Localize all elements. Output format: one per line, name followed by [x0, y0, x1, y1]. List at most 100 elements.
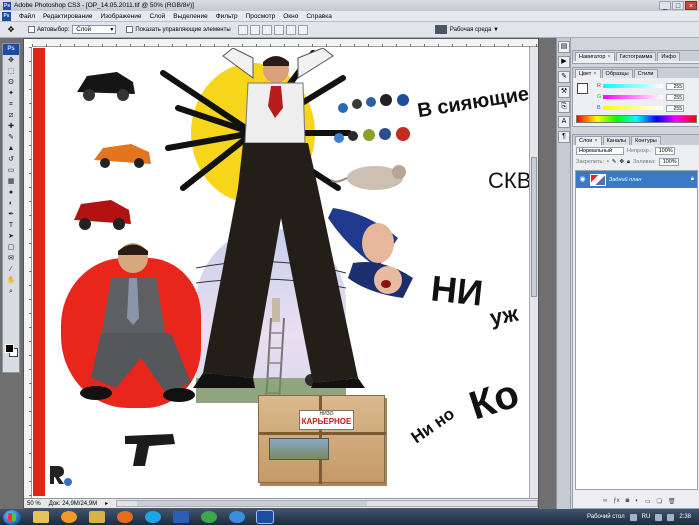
adjustment-layer-icon[interactable]: ◐ — [635, 498, 639, 505]
fill-input[interactable]: 100% — [658, 158, 679, 166]
tray-label[interactable]: Рабочий стол — [587, 514, 625, 520]
lock-position-icon[interactable]: ✥ — [619, 159, 624, 165]
layer-name[interactable]: Задний план — [609, 177, 688, 183]
skype-icon[interactable] — [145, 511, 161, 523]
history-brush-tool[interactable]: ↺ — [3, 154, 19, 165]
link-layers-icon[interactable]: ∞ — [603, 498, 607, 505]
layer-mask-icon[interactable]: ◙ — [626, 498, 630, 505]
minimize-button[interactable]: _ — [659, 1, 671, 10]
horizontal-scroll-thumb[interactable] — [137, 501, 368, 506]
tab-swatches[interactable]: Образцы — [601, 69, 633, 78]
align-right-button[interactable] — [297, 24, 308, 35]
slider-r[interactable]: R 255 — [597, 82, 697, 90]
tab-info[interactable]: Инфо — [657, 52, 680, 61]
media-player-icon[interactable] — [61, 511, 77, 523]
lock-transparency-icon[interactable]: ▫ — [607, 159, 609, 165]
healing-tool[interactable]: ✚ — [3, 121, 19, 132]
clone-source-panel-icon[interactable]: ⎘ — [558, 101, 570, 113]
tab-histogram[interactable]: Гистограмма — [615, 52, 657, 61]
path-select-tool[interactable]: ➤ — [3, 231, 19, 242]
vertical-scrollbar[interactable] — [529, 47, 538, 498]
tab-layers[interactable]: Слои × — [575, 136, 602, 145]
zoom-tool[interactable]: ⌕ — [3, 286, 19, 297]
menu-edit[interactable]: Редактирование — [39, 13, 97, 20]
tab-channels[interactable]: Каналы — [602, 136, 631, 145]
channel-b-value[interactable]: 255 — [666, 104, 684, 112]
marquee-tool[interactable]: ⬚ — [3, 66, 19, 77]
tab-styles[interactable]: Стили — [633, 69, 658, 78]
maximize-button[interactable]: □ — [672, 1, 684, 10]
tool-presets-panel-icon[interactable]: ⚒ — [558, 86, 570, 98]
start-button[interactable] — [3, 509, 21, 525]
move-tool-icon[interactable]: ✥ — [4, 24, 18, 36]
brush-tool[interactable]: ✎ — [3, 132, 19, 143]
status-arrow-icon[interactable]: ▸ — [105, 500, 108, 507]
word-icon[interactable] — [173, 511, 189, 523]
slider-g[interactable]: G 255 — [597, 93, 697, 101]
align-top-button[interactable] — [237, 24, 248, 35]
menu-view[interactable]: Просмотр — [242, 13, 280, 20]
brushes-panel-icon[interactable]: ✎ — [558, 71, 570, 83]
menu-help[interactable]: Справка — [302, 13, 336, 20]
tab-color[interactable]: Цвет × — [575, 69, 601, 78]
vertical-scroll-thumb[interactable] — [531, 157, 537, 297]
actions-panel-icon[interactable]: ▶ — [558, 56, 570, 68]
language-indicator[interactable]: RU — [642, 514, 651, 520]
slider-b[interactable]: B 255 — [597, 104, 697, 112]
channel-g-value[interactable]: 255 — [666, 93, 684, 101]
shape-tool[interactable]: ▢ — [3, 242, 19, 253]
foreground-color-swatch[interactable] — [5, 344, 14, 353]
ps-menu-icon[interactable]: Ps — [2, 11, 11, 21]
align-bottom-button[interactable] — [261, 24, 272, 35]
new-group-icon[interactable]: ▭ — [645, 498, 651, 505]
menu-file[interactable]: Файл — [15, 13, 39, 20]
menu-image[interactable]: Изображение — [97, 13, 146, 20]
channel-g-bar[interactable] — [603, 95, 663, 99]
chrome-icon[interactable] — [201, 511, 217, 523]
color-spectrum[interactable] — [576, 115, 697, 123]
layer-row[interactable]: ◉ Задний план 🔒︎ — [576, 171, 697, 188]
character-panel-icon[interactable]: A — [558, 116, 570, 128]
explorer-icon[interactable] — [33, 511, 49, 523]
close-button[interactable]: × — [685, 1, 697, 10]
tab-paths[interactable]: Контуры — [631, 136, 661, 145]
layer-style-icon[interactable]: ƒx — [613, 498, 619, 505]
horizontal-scrollbar[interactable] — [116, 500, 538, 507]
magic-wand-tool[interactable]: ✦ — [3, 88, 19, 99]
slice-tool[interactable]: ⧄ — [3, 110, 19, 121]
align-middle-button[interactable] — [249, 24, 260, 35]
autoselect-dropdown[interactable]: Слой — [72, 25, 117, 34]
show-controls-checkbox[interactable] — [126, 26, 134, 33]
notes-tool[interactable]: ✉ — [3, 253, 19, 264]
gradient-tool[interactable]: ▦ — [3, 176, 19, 187]
volume-icon[interactable] — [667, 513, 675, 521]
align-left-button[interactable] — [273, 24, 284, 35]
paragraph-panel-icon[interactable]: ¶ — [558, 131, 570, 143]
menu-select[interactable]: Выделение — [169, 13, 211, 20]
delete-layer-icon[interactable]: 🗑︎ — [668, 498, 676, 505]
photoshop-task-icon[interactable] — [256, 510, 274, 524]
lock-pixels-icon[interactable]: ✎ — [612, 159, 617, 165]
new-layer-icon[interactable]: ❏ — [657, 498, 662, 505]
workspace-switcher[interactable]: Рабочая среда ▼ — [434, 25, 499, 34]
tray-icon[interactable] — [629, 513, 637, 521]
image-canvas[interactable]: В сияющие Н СКВС НИ уж Ко Ни но НИЗО КАР… — [33, 48, 529, 496]
tab-close-icon[interactable]: × — [607, 54, 610, 60]
network-icon[interactable] — [655, 513, 663, 521]
blend-mode-dropdown[interactable]: Нормальный — [576, 147, 624, 155]
tab-close-icon[interactable]: × — [594, 138, 597, 144]
move-tool[interactable]: ✥ — [3, 55, 19, 66]
tab-navigator[interactable]: Навигатор × — [575, 52, 615, 61]
type-tool[interactable]: T — [3, 220, 19, 231]
lock-all-icon[interactable]: 🔒︎ — [627, 159, 630, 166]
stamp-tool[interactable]: ▲ — [3, 143, 19, 154]
channel-r-value[interactable]: 255 — [666, 82, 684, 90]
dodge-tool[interactable]: ◐ — [3, 198, 19, 209]
tab-close-icon[interactable]: × — [593, 71, 596, 77]
zoom-level[interactable]: 50 % — [27, 501, 41, 507]
menu-layer[interactable]: Слой — [145, 13, 169, 20]
menu-filter[interactable]: Фильтр — [212, 13, 242, 20]
ie-icon[interactable] — [229, 511, 245, 523]
crop-tool[interactable]: ⌗ — [3, 99, 19, 110]
blur-tool[interactable]: ● — [3, 187, 19, 198]
